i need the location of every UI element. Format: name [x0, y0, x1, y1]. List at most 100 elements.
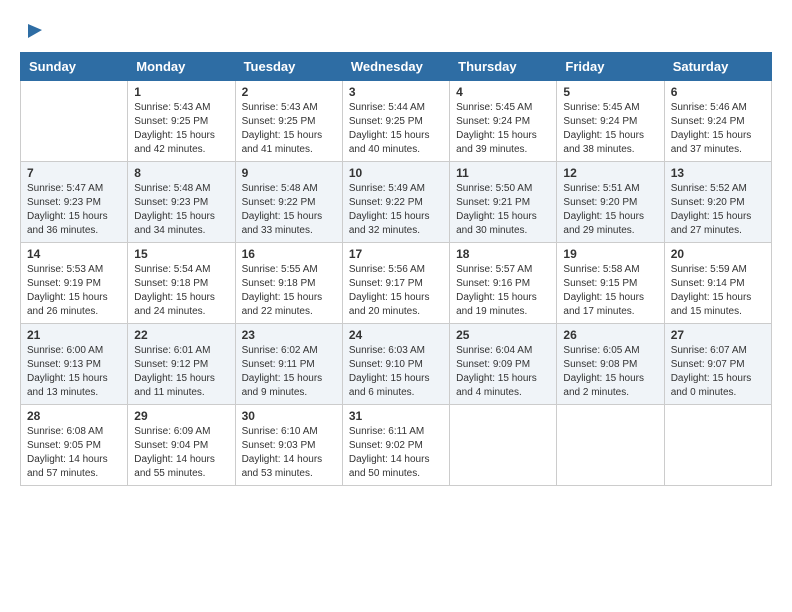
- day-number: 16: [242, 247, 336, 261]
- day-number: 29: [134, 409, 228, 423]
- calendar-cell: 16 Sunrise: 5:55 AM Sunset: 9:18 PM Dayli…: [235, 243, 342, 324]
- day-info: Sunrise: 6:08 AM Sunset: 9:05 PM Dayligh…: [27, 425, 121, 481]
- calendar-header-saturday: Saturday: [664, 53, 771, 81]
- calendar-cell: 11 Sunrise: 5:50 AM Sunset: 9:21 PM Dayli…: [450, 162, 557, 243]
- day-number: 22: [134, 328, 228, 342]
- day-number: 6: [671, 85, 765, 99]
- calendar-cell: 7 Sunrise: 5:47 AM Sunset: 9:23 PM Daylig…: [21, 162, 128, 243]
- calendar-week-row: 7 Sunrise: 5:47 AM Sunset: 9:23 PM Daylig…: [21, 162, 772, 243]
- calendar-cell: 14Sunrise: 5:53 AM Sunset: 9:19 PM Dayli…: [21, 243, 128, 324]
- day-number: 27: [671, 328, 765, 342]
- calendar-cell: 21 Sunrise: 6:00 AM Sunset: 9:13 PM Dayli…: [21, 324, 128, 405]
- calendar-cell: [664, 405, 771, 486]
- calendar-cell: 29 Sunrise: 6:09 AM Sunset: 9:04 PM Dayli…: [128, 405, 235, 486]
- calendar-header-wednesday: Wednesday: [342, 53, 449, 81]
- calendar-cell: 9 Sunrise: 5:48 AM Sunset: 9:22 PM Daylig…: [235, 162, 342, 243]
- calendar-cell: 23 Sunrise: 6:02 AM Sunset: 9:11 PM Dayli…: [235, 324, 342, 405]
- header: [20, 20, 772, 42]
- day-info: Sunrise: 5:48 AM Sunset: 9:23 PM Dayligh…: [134, 182, 228, 238]
- day-info: Sunrise: 5:52 AM Sunset: 9:20 PM Dayligh…: [671, 182, 765, 238]
- day-info: Sunrise: 5:51 AM Sunset: 9:20 PM Dayligh…: [563, 182, 657, 238]
- day-info: Sunrise: 5:46 AM Sunset: 9:24 PM Dayligh…: [671, 101, 765, 157]
- day-info: Sunrise: 5:44 AM Sunset: 9:25 PM Dayligh…: [349, 101, 443, 157]
- day-info: Sunrise: 5:47 AM Sunset: 9:23 PM Dayligh…: [27, 182, 121, 238]
- calendar-cell: 18 Sunrise: 5:57 AM Sunset: 9:16 PM Dayli…: [450, 243, 557, 324]
- calendar-cell: 8 Sunrise: 5:48 AM Sunset: 9:23 PM Daylig…: [128, 162, 235, 243]
- calendar-header-sunday: Sunday: [21, 53, 128, 81]
- calendar-cell: 13Sunrise: 5:52 AM Sunset: 9:20 PM Dayli…: [664, 162, 771, 243]
- day-number: 17: [349, 247, 443, 261]
- calendar-cell: 30 Sunrise: 6:10 AM Sunset: 9:03 PM Dayli…: [235, 405, 342, 486]
- day-info: Sunrise: 6:10 AM Sunset: 9:03 PM Dayligh…: [242, 425, 336, 481]
- calendar-cell: 15 Sunrise: 5:54 AM Sunset: 9:18 PM Dayli…: [128, 243, 235, 324]
- calendar-cell: 4Sunrise: 5:45 AM Sunset: 9:24 PM Daylig…: [450, 81, 557, 162]
- calendar-cell: 5 Sunrise: 5:45 AM Sunset: 9:24 PM Daylig…: [557, 81, 664, 162]
- calendar-header-monday: Monday: [128, 53, 235, 81]
- day-info: Sunrise: 5:56 AM Sunset: 9:17 PM Dayligh…: [349, 263, 443, 319]
- calendar-cell: 25Sunrise: 6:04 AM Sunset: 9:09 PM Dayli…: [450, 324, 557, 405]
- day-number: 19: [563, 247, 657, 261]
- logo: [20, 20, 44, 42]
- day-info: Sunrise: 6:09 AM Sunset: 9:04 PM Dayligh…: [134, 425, 228, 481]
- logo-triangle-icon: [22, 20, 44, 42]
- day-number: 23: [242, 328, 336, 342]
- calendar-cell: [557, 405, 664, 486]
- calendar-cell: 28 Sunrise: 6:08 AM Sunset: 9:05 PM Dayli…: [21, 405, 128, 486]
- day-info: Sunrise: 5:45 AM Sunset: 9:24 PM Dayligh…: [563, 101, 657, 157]
- day-info: Sunrise: 5:45 AM Sunset: 9:24 PM Dayligh…: [456, 101, 550, 157]
- day-number: 10: [349, 166, 443, 180]
- day-info: Sunrise: 5:55 AM Sunset: 9:18 PM Dayligh…: [242, 263, 336, 319]
- day-info: Sunrise: 6:01 AM Sunset: 9:12 PM Dayligh…: [134, 344, 228, 400]
- day-info: Sunrise: 6:02 AM Sunset: 9:11 PM Dayligh…: [242, 344, 336, 400]
- calendar-header-tuesday: Tuesday: [235, 53, 342, 81]
- day-info: Sunrise: 6:00 AM Sunset: 9:13 PM Dayligh…: [27, 344, 121, 400]
- calendar-table: SundayMondayTuesdayWednesdayThursdayFrid…: [20, 52, 772, 486]
- calendar-cell: 1 Sunrise: 5:43 AM Sunset: 9:25 PM Daylig…: [128, 81, 235, 162]
- day-number: 5: [563, 85, 657, 99]
- day-number: 11: [456, 166, 550, 180]
- day-info: Sunrise: 6:05 AM Sunset: 9:08 PM Dayligh…: [563, 344, 657, 400]
- calendar-cell: [21, 81, 128, 162]
- day-number: 3: [349, 85, 443, 99]
- day-info: Sunrise: 5:53 AM Sunset: 9:19 PM Dayligh…: [27, 263, 121, 319]
- calendar-week-row: 14Sunrise: 5:53 AM Sunset: 9:19 PM Dayli…: [21, 243, 772, 324]
- calendar-cell: 17 Sunrise: 5:56 AM Sunset: 9:17 PM Dayli…: [342, 243, 449, 324]
- calendar-header-row: SundayMondayTuesdayWednesdayThursdayFrid…: [21, 53, 772, 81]
- day-number: 18: [456, 247, 550, 261]
- calendar-week-row: 28 Sunrise: 6:08 AM Sunset: 9:05 PM Dayli…: [21, 405, 772, 486]
- day-info: Sunrise: 5:57 AM Sunset: 9:16 PM Dayligh…: [456, 263, 550, 319]
- day-number: 28: [27, 409, 121, 423]
- day-number: 7: [27, 166, 121, 180]
- day-number: 21: [27, 328, 121, 342]
- calendar-cell: 10Sunrise: 5:49 AM Sunset: 9:22 PM Dayli…: [342, 162, 449, 243]
- calendar-cell: 22 Sunrise: 6:01 AM Sunset: 9:12 PM Dayli…: [128, 324, 235, 405]
- day-info: Sunrise: 5:54 AM Sunset: 9:18 PM Dayligh…: [134, 263, 228, 319]
- calendar-cell: [450, 405, 557, 486]
- day-number: 8: [134, 166, 228, 180]
- day-number: 24: [349, 328, 443, 342]
- day-info: Sunrise: 6:07 AM Sunset: 9:07 PM Dayligh…: [671, 344, 765, 400]
- day-number: 9: [242, 166, 336, 180]
- calendar-cell: 27 Sunrise: 6:07 AM Sunset: 9:07 PM Dayli…: [664, 324, 771, 405]
- calendar-header-friday: Friday: [557, 53, 664, 81]
- calendar-cell: 6 Sunrise: 5:46 AM Sunset: 9:24 PM Daylig…: [664, 81, 771, 162]
- calendar-cell: 3 Sunrise: 5:44 AM Sunset: 9:25 PM Daylig…: [342, 81, 449, 162]
- calendar-cell: 20 Sunrise: 5:59 AM Sunset: 9:14 PM Dayli…: [664, 243, 771, 324]
- day-info: Sunrise: 5:50 AM Sunset: 9:21 PM Dayligh…: [456, 182, 550, 238]
- calendar-cell: 2Sunrise: 5:43 AM Sunset: 9:25 PM Daylig…: [235, 81, 342, 162]
- day-number: 30: [242, 409, 336, 423]
- day-number: 31: [349, 409, 443, 423]
- day-number: 1: [134, 85, 228, 99]
- day-number: 15: [134, 247, 228, 261]
- day-info: Sunrise: 5:48 AM Sunset: 9:22 PM Dayligh…: [242, 182, 336, 238]
- day-number: 20: [671, 247, 765, 261]
- calendar-cell: 24Sunrise: 6:03 AM Sunset: 9:10 PM Dayli…: [342, 324, 449, 405]
- day-info: Sunrise: 5:58 AM Sunset: 9:15 PM Dayligh…: [563, 263, 657, 319]
- day-info: Sunrise: 6:11 AM Sunset: 9:02 PM Dayligh…: [349, 425, 443, 481]
- calendar-cell: 19 Sunrise: 5:58 AM Sunset: 9:15 PM Dayli…: [557, 243, 664, 324]
- calendar-cell: 31 Sunrise: 6:11 AM Sunset: 9:02 PM Dayli…: [342, 405, 449, 486]
- day-info: Sunrise: 5:59 AM Sunset: 9:14 PM Dayligh…: [671, 263, 765, 319]
- calendar-week-row: 21 Sunrise: 6:00 AM Sunset: 9:13 PM Dayli…: [21, 324, 772, 405]
- day-info: Sunrise: 5:43 AM Sunset: 9:25 PM Dayligh…: [134, 101, 228, 157]
- day-number: 25: [456, 328, 550, 342]
